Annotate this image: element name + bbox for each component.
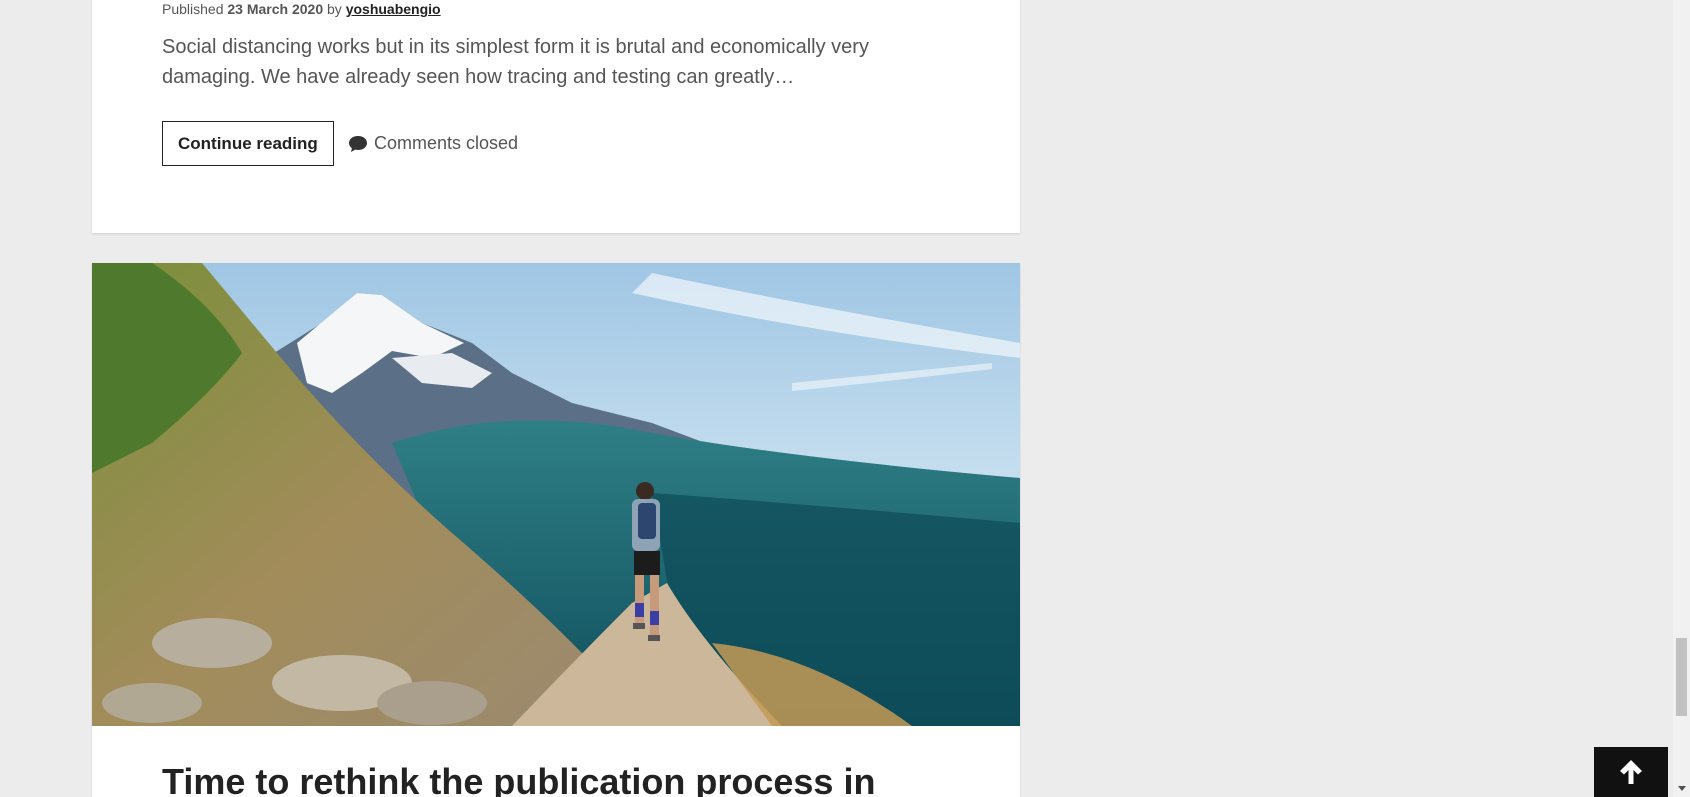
comments-label: Comments closed [374, 133, 519, 153]
post-meta: Published 23 March 2020 by yoshuabengio [162, 1, 441, 17]
page-viewport: Published 23 March 2020 by yoshuabengio … [0, 0, 1690, 797]
post-title[interactable]: Time to rethink the publication process … [162, 761, 875, 797]
meta-date: 23 March 2020 [227, 1, 324, 17]
meta-by-label: by [327, 1, 342, 17]
arrow-up-icon [1620, 760, 1642, 784]
post-card-previous: Published 23 March 2020 by yoshuabengio … [92, 0, 1020, 233]
author-link[interactable]: yoshuabengio [346, 1, 441, 17]
post-excerpt: Social distancing works but in its simpl… [162, 36, 869, 88]
scroll-down-arrow-icon[interactable] [1673, 780, 1690, 797]
comment-icon [348, 135, 368, 153]
page-scrollbar[interactable] [1673, 0, 1690, 797]
post-featured-image[interactable] [92, 263, 1020, 726]
meta-published-label: Published [162, 1, 224, 17]
post-card-next: Time to rethink the publication process … [92, 263, 1020, 797]
scrollbar-thumb[interactable] [1676, 638, 1687, 716]
back-to-top-button[interactable] [1594, 747, 1668, 797]
comments-status: Comments closed [348, 133, 518, 154]
continue-reading-button[interactable]: Continue reading [162, 121, 334, 166]
mountain-runner-illustration [92, 263, 1020, 726]
